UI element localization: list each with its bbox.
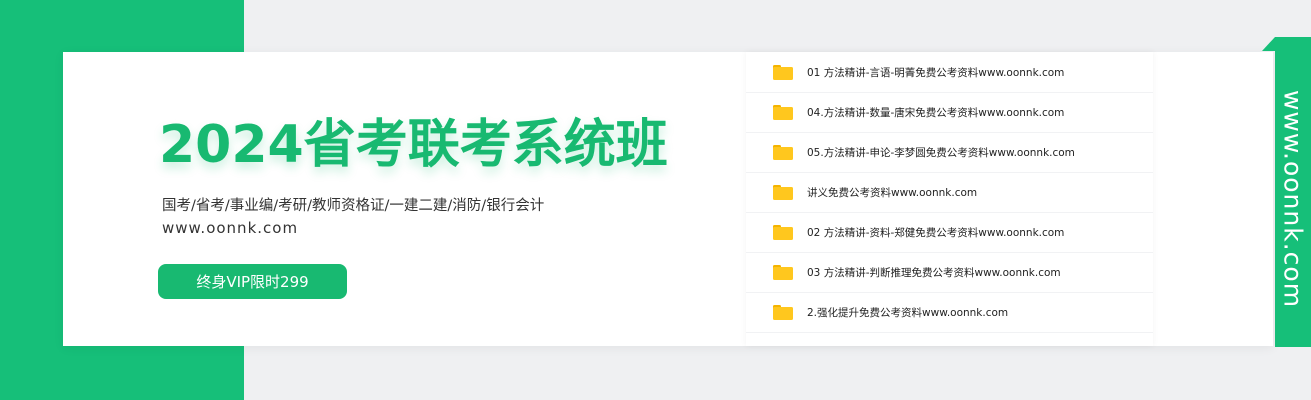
- folder-icon: [773, 144, 793, 160]
- right-strip-top: [1275, 37, 1311, 52]
- folder-icon: [773, 64, 793, 80]
- folder-icon: [773, 184, 793, 200]
- right-strip-corner: [1262, 37, 1275, 51]
- folder-name: 2.强化提升免费公考资料www.oonnk.com: [807, 306, 1009, 319]
- folder-name: 02 方法精讲-资料-郑健免费公考资料www.oonnk.com: [807, 226, 1065, 239]
- folder-icon: [773, 264, 793, 280]
- folder-row[interactable]: 03 方法精讲-判断推理免费公考资料www.oonnk.com: [746, 252, 1153, 293]
- vip-offer-button[interactable]: 终身VIP限时299: [158, 264, 347, 299]
- exam-categories: 国考/省考/事业编/考研/教师资格证/一建二建/消防/银行会计: [162, 198, 545, 214]
- folder-name: 04.方法精讲-数量-唐宋免费公考资料www.oonnk.com: [807, 106, 1065, 119]
- folder-row[interactable]: 讲义免费公考资料www.oonnk.com: [746, 172, 1153, 213]
- course-title: 2024省考联考系统班: [159, 115, 668, 175]
- folder-name: 05.方法精讲-申论-李梦圆免费公考资料www.oonnk.com: [807, 146, 1075, 159]
- folder-icon: [773, 104, 793, 120]
- folder-icon: [773, 304, 793, 320]
- folder-name: 03 方法精讲-判断推理免费公考资料www.oonnk.com: [807, 266, 1061, 279]
- file-list-panel: 01 方法精讲-言语-明菁免费公考资料www.oonnk.com 04.方法精讲…: [746, 52, 1153, 346]
- folder-row[interactable]: 2.强化提升免费公考资料www.oonnk.com: [746, 292, 1153, 333]
- site-url[interactable]: www.oonnk.com: [162, 219, 298, 237]
- folder-row[interactable]: 05.方法精讲-申论-李梦圆免费公考资料www.oonnk.com: [746, 132, 1153, 173]
- vertical-site-url: www.oonnk.com: [1278, 89, 1308, 309]
- folder-row[interactable]: 02 方法精讲-资料-郑健免费公考资料www.oonnk.com: [746, 212, 1153, 253]
- folder-icon: [773, 224, 793, 240]
- folder-row[interactable]: 01 方法精讲-言语-明菁免费公考资料www.oonnk.com: [746, 52, 1153, 93]
- folder-name: 讲义免费公考资料www.oonnk.com: [807, 186, 978, 199]
- folder-name: 01 方法精讲-言语-明菁免费公考资料www.oonnk.com: [807, 66, 1065, 79]
- folder-row[interactable]: 04.方法精讲-数量-唐宋免费公考资料www.oonnk.com: [746, 92, 1153, 133]
